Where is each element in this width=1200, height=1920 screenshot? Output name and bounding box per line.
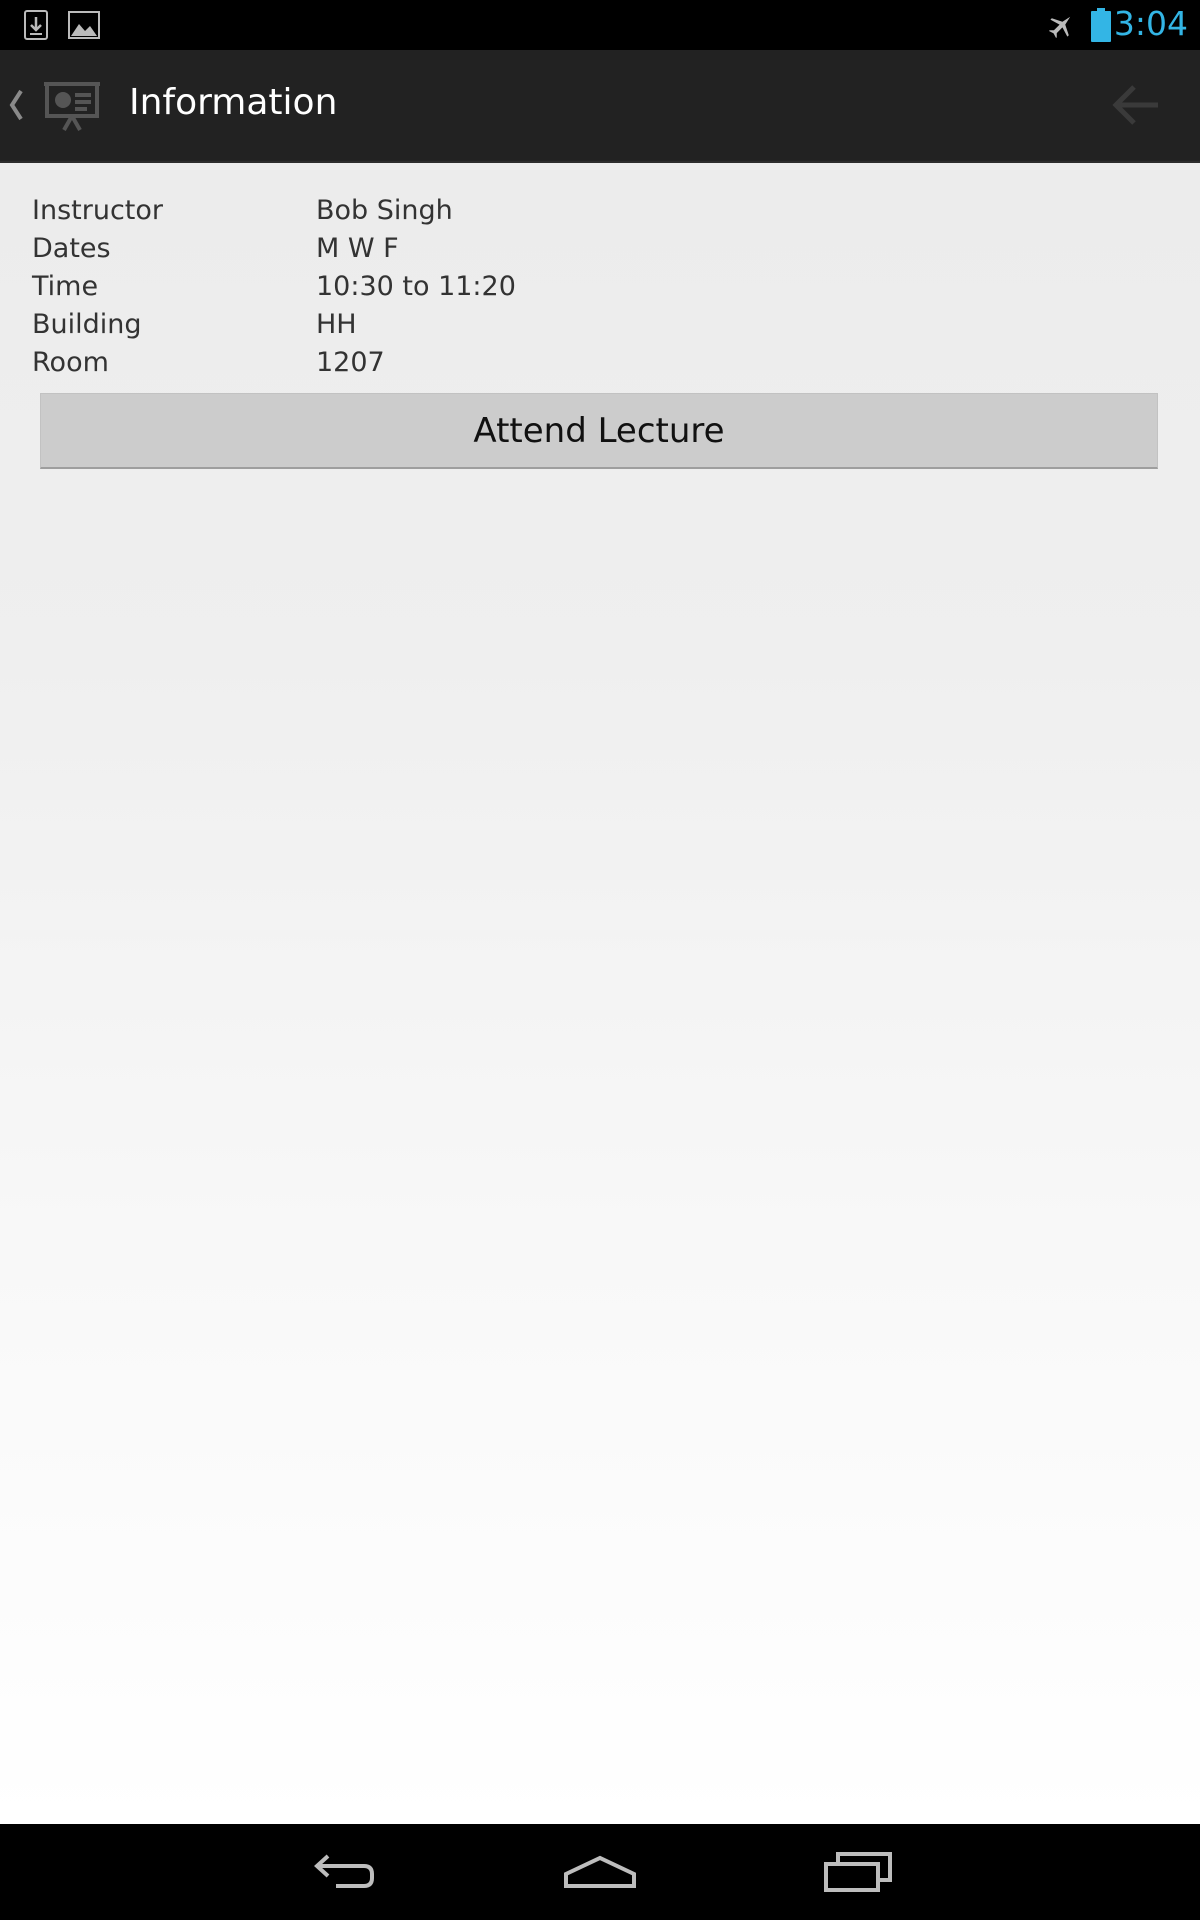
attend-lecture-button[interactable]: Attend Lecture (40, 393, 1158, 469)
presentation-app-icon[interactable] (44, 80, 100, 136)
battery-icon (1090, 8, 1112, 46)
action-bar: Information (0, 50, 1200, 163)
info-label: Instructor (32, 194, 163, 226)
airplane-mode-icon (1046, 11, 1076, 45)
status-time: 3:04 (1113, 4, 1188, 43)
back-nav-icon[interactable] (306, 1844, 378, 1904)
back-arrow-icon[interactable] (1110, 83, 1162, 131)
info-row-building: Building HH (32, 305, 516, 343)
content-area: Instructor Bob Singh Dates M W F Time 10… (0, 163, 1200, 1824)
info-value: M W F (316, 232, 399, 264)
info-value: 10:30 to 11:20 (316, 270, 516, 302)
info-label: Room (32, 346, 109, 378)
up-caret-icon[interactable] (6, 88, 26, 126)
info-row-time: Time 10:30 to 11:20 (32, 267, 516, 305)
home-nav-icon[interactable] (562, 1844, 638, 1904)
status-bar: 3:04 (0, 0, 1200, 50)
info-value: 1207 (316, 346, 385, 378)
info-row-instructor: Instructor Bob Singh (32, 191, 516, 229)
image-notification-icon (68, 11, 100, 43)
info-value: Bob Singh (316, 194, 453, 226)
page-title: Information (129, 82, 338, 123)
device-screen: 3:04 Information Instructor Bob Singh Da… (0, 0, 1200, 1920)
info-label: Dates (32, 232, 111, 264)
info-value: HH (316, 308, 357, 340)
info-table: Instructor Bob Singh Dates M W F Time 10… (32, 191, 516, 381)
download-notification-icon (24, 10, 48, 44)
info-row-dates: Dates M W F (32, 229, 516, 267)
info-label: Building (32, 308, 142, 340)
navigation-bar (0, 1824, 1200, 1920)
recents-nav-icon[interactable] (822, 1844, 894, 1904)
info-label: Time (32, 270, 99, 302)
info-row-room: Room 1207 (32, 343, 516, 381)
